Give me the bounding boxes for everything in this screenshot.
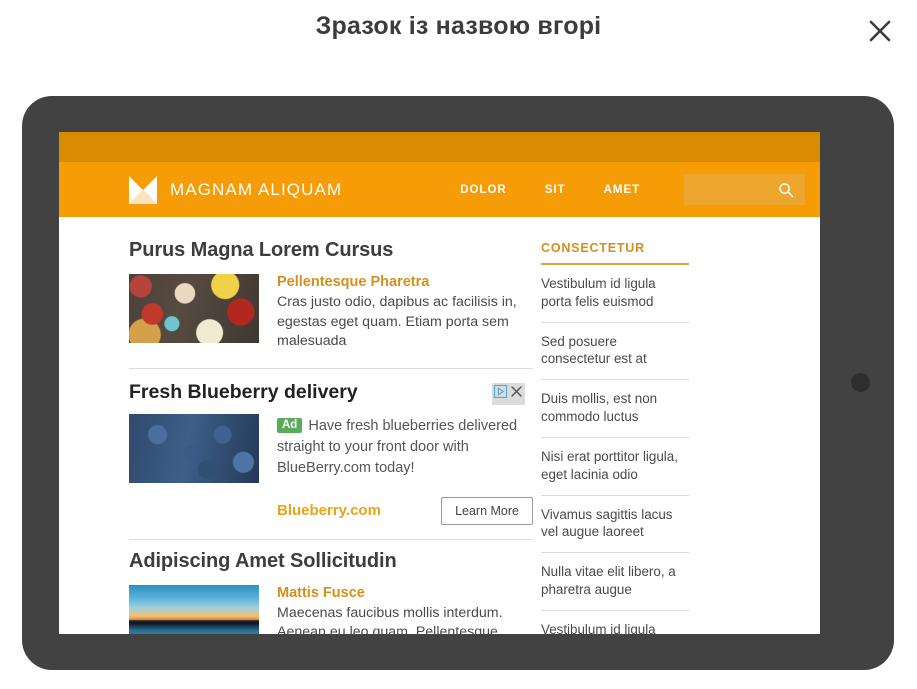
ad-row: Ad Have fresh blueberries delivered strai… <box>129 413 533 525</box>
article-row[interactable]: Pellentesque Pharetra Cras justo odio, d… <box>129 274 533 369</box>
close-icon[interactable] <box>863 14 897 48</box>
ad-block: Fresh Blueberry delivery Ad Have fresh bl… <box>129 381 533 540</box>
sidebar-item-1[interactable]: Sed posuere consectetur est at <box>541 323 689 381</box>
site-topbar <box>59 132 820 162</box>
adchoices-controls[interactable] <box>492 382 525 405</box>
article-row[interactable]: Mattis Fusce Maecenas faucibus mollis in… <box>129 584 533 634</box>
article-thumbnail[interactable] <box>129 274 259 343</box>
sidebar-item-0[interactable]: Vestibulum id ligula porta felis euismod <box>541 265 689 323</box>
search-icon <box>778 182 794 198</box>
tablet-screen: MAGNAM ALIQUAM DOLOR SIT AMET Purus Magn… <box>59 132 820 634</box>
ad-badge: Ad <box>277 417 303 433</box>
nav-item-amet[interactable]: AMET <box>604 184 641 196</box>
search-input[interactable] <box>684 174 806 205</box>
article-kicker[interactable]: Mattis Fusce <box>277 585 533 601</box>
tablet-frame: MAGNAM ALIQUAM DOLOR SIT AMET Purus Magn… <box>22 96 894 670</box>
ad-link[interactable]: Blueberry.com <box>277 502 381 519</box>
ad-text: Have fresh blueberries delivered straigh… <box>277 417 518 476</box>
article-body: Pellentesque Pharetra Cras justo odio, d… <box>277 274 533 352</box>
ad-thumbnail[interactable] <box>129 413 259 483</box>
nav-item-dolor[interactable]: DOLOR <box>460 184 507 196</box>
envelope-m-logo-icon <box>129 175 157 204</box>
article-thumbnail[interactable] <box>129 584 259 634</box>
article-body: Mattis Fusce Maecenas faucibus mollis in… <box>277 585 533 634</box>
sidebar-item-3[interactable]: Nisi erat porttitor ligula, eget lacinia… <box>541 438 689 496</box>
sidebar-item-6[interactable]: Vestibulum id ligula porta felis euismod <box>541 611 689 634</box>
main-column: Purus Magna Lorem Cursus Pellentesque Ph… <box>59 217 533 634</box>
home-button[interactable] <box>851 373 870 392</box>
site-nav: DOLOR SIT AMET <box>460 184 640 196</box>
site-header: MAGNAM ALIQUAM DOLOR SIT AMET <box>59 162 820 217</box>
ad-body: Ad Have fresh blueberries delivered strai… <box>277 414 533 525</box>
adchoices-icon[interactable] <box>493 384 508 404</box>
brand-name: MAGNAM ALIQUAM <box>170 179 343 199</box>
article-text: Cras justo odio, dapibus ac facilisis in… <box>277 294 517 350</box>
article-title: Adipiscing Amet Sollicitudin <box>129 549 397 572</box>
article-text: Maecenas faucibus mollis interdum. Aenea… <box>277 604 503 634</box>
article-kicker[interactable]: Pellentesque Pharetra <box>277 274 533 290</box>
sidebar-item-4[interactable]: Vivamus sagittis lacus vel augue laoreet <box>541 496 689 554</box>
ad-footer: Blueberry.com Learn More <box>277 496 533 525</box>
page-title: Зразок із назвою вгорі <box>315 12 602 40</box>
sidebar-item-5[interactable]: Nulla vitae elit libero, a pharetra augu… <box>541 553 689 611</box>
ad-title[interactable]: Fresh Blueberry delivery <box>129 381 533 404</box>
sidebar-item-2[interactable]: Duis mollis, est non commodo luctus <box>541 380 689 438</box>
nav-item-sit[interactable]: SIT <box>545 184 566 196</box>
learn-more-button[interactable]: Learn More <box>441 496 533 525</box>
sidebar: CONSECTETUR Vestibulum id ligula porta f… <box>533 217 820 634</box>
sidebar-heading: CONSECTETUR <box>541 241 689 265</box>
brand[interactable]: MAGNAM ALIQUAM <box>129 175 343 204</box>
ad-close-icon[interactable] <box>509 384 524 404</box>
site-content: Purus Magna Lorem Cursus Pellentesque Ph… <box>59 217 820 634</box>
article-title: Purus Magna Lorem Cursus <box>129 239 394 261</box>
